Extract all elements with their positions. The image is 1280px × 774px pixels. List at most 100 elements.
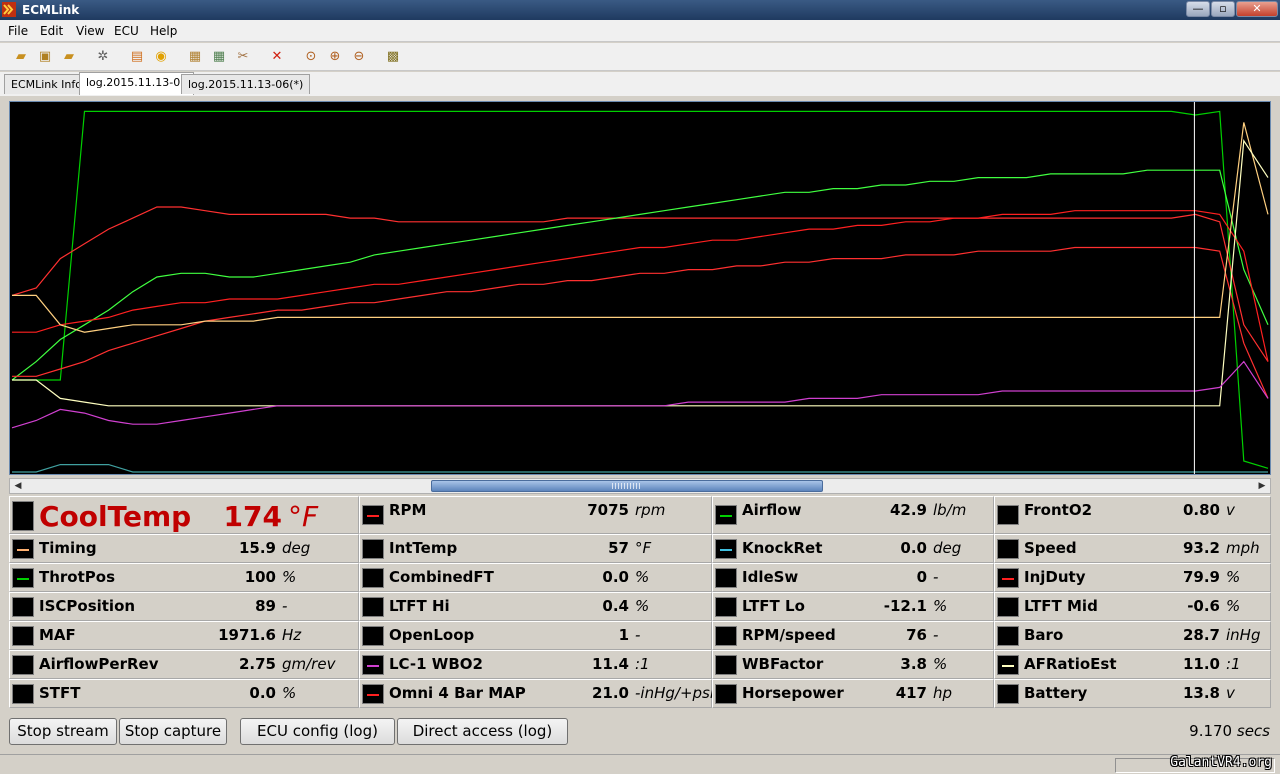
stop-stream-button[interactable]: Stop stream: [9, 718, 117, 745]
gauge-color-swatch[interactable]: [362, 625, 384, 646]
direct-access-button[interactable]: Direct access (log): [397, 718, 568, 745]
gauge-color-swatch[interactable]: [997, 596, 1019, 617]
scroll-left-arrow-icon[interactable]: ◀: [11, 479, 25, 493]
edit-map-icon[interactable]: ▦: [210, 48, 228, 66]
menu-edit[interactable]: Edit: [40, 24, 63, 38]
gauge-color-swatch[interactable]: [362, 654, 384, 675]
toolbar: ▰ ▣ ▰ ✲ ▤ ◉ ▦ ▦ ✂ ✕ ⊙ ⊕ ⊖ ▩: [0, 43, 1280, 71]
gauge-color-swatch[interactable]: [715, 567, 737, 588]
gauge-omni-4-bar-map[interactable]: Omni 4 Bar MAP 21.0 -inHg/+psi: [359, 679, 714, 708]
gauge-color-swatch[interactable]: [997, 654, 1019, 675]
gauge-color-swatch[interactable]: [12, 683, 34, 704]
gauge-airflow[interactable]: Airflow 42.9 lb/m: [712, 496, 994, 534]
log-graph[interactable]: [9, 101, 1271, 475]
gauge-color-swatch[interactable]: [362, 567, 384, 588]
gauge-value: 89: [255, 597, 276, 615]
gauge-wbfactor[interactable]: WBFactor 3.8%: [712, 650, 994, 679]
gauge-color-line: [367, 549, 379, 551]
gauge-color-swatch[interactable]: [12, 625, 34, 646]
open-folder-icon[interactable]: ▰: [12, 48, 30, 66]
gauge-color-swatch[interactable]: [715, 654, 737, 675]
gauge-color-line: [17, 548, 29, 551]
gauge-combinedft[interactable]: CombinedFT 0.0%: [359, 563, 712, 592]
gauge-color-swatch[interactable]: [715, 683, 737, 704]
scroll-right-arrow-icon[interactable]: ▶: [1255, 479, 1269, 493]
gauge-cooltemp[interactable]: CoolTemp 174 °F: [9, 496, 359, 534]
zoom-out-icon[interactable]: ⊖: [350, 48, 368, 66]
tools-icon[interactable]: ✲: [94, 48, 112, 66]
gauge-column-3: Airflow 42.9 lb/m KnockRet 0.0 deg IdleSw 0- LTF…: [712, 496, 994, 714]
window-title: ECMLink: [22, 3, 80, 17]
maximize-button[interactable]: ▫: [1211, 1, 1235, 17]
gauge-lc-1-wbo2[interactable]: LC-1 WBO2 11.4:1: [359, 650, 712, 679]
close-button[interactable]: ✕: [1236, 1, 1278, 17]
gauge-ltft-mid[interactable]: LTFT Mid -0.6%: [994, 592, 1271, 621]
gauge-color-swatch[interactable]: [715, 596, 737, 617]
gauge-color-line: [720, 694, 732, 696]
gauge-knockret[interactable]: KnockRet 0.0 deg: [712, 534, 994, 563]
gauge-airflowperrev[interactable]: AirflowPerRev 2.75 gm/rev: [9, 650, 359, 679]
gauge-inttemp[interactable]: IntTemp 57 °F: [359, 534, 712, 563]
menu-help[interactable]: Help: [150, 24, 177, 38]
gauge-horsepower[interactable]: Horsepower 417 hp: [712, 679, 994, 708]
stop-capture-button[interactable]: Stop capture: [119, 718, 227, 745]
gauge-color-swatch[interactable]: [362, 683, 384, 704]
gauge-color-swatch[interactable]: [12, 538, 34, 559]
zoom-reset-icon[interactable]: ⊙: [302, 48, 320, 66]
tab-log-1[interactable]: log.2015.11.13-06: [79, 72, 195, 95]
gauge-color-swatch[interactable]: [12, 654, 34, 675]
gauge-ltft-hi[interactable]: LTFT Hi 0.4%: [359, 592, 712, 621]
gauge-color-swatch[interactable]: [997, 625, 1019, 646]
log-graph-plot[interactable]: [10, 102, 1270, 474]
menu-view[interactable]: View: [76, 24, 104, 38]
gauge-color-swatch[interactable]: [715, 505, 737, 525]
wrench-icon[interactable]: ✂: [234, 48, 252, 66]
chart-icon[interactable]: ▤: [128, 48, 146, 66]
graph-scrollbar[interactable]: ◀ ▶: [9, 478, 1271, 494]
gauge-battery[interactable]: Battery 13.8 v: [994, 679, 1271, 708]
gauge-color-swatch[interactable]: [997, 567, 1019, 588]
ecu-config-button[interactable]: ECU config (log): [240, 718, 395, 745]
gauge-speed[interactable]: Speed 93.2 mph: [994, 534, 1271, 563]
gauge-afratioest[interactable]: AFRatioEst 11.0:1: [994, 650, 1271, 679]
gauge-color-swatch[interactable]: [715, 538, 737, 559]
gauge-color-swatch[interactable]: [12, 596, 34, 617]
gauge-color-swatch[interactable]: [12, 501, 34, 531]
gauge-color-swatch[interactable]: [997, 683, 1019, 704]
gauge-color-swatch[interactable]: [362, 538, 384, 559]
gauge-rpm-speed[interactable]: RPM/speed 76-: [712, 621, 994, 650]
save-icon[interactable]: ▣: [36, 48, 54, 66]
gauge-ltft-lo[interactable]: LTFT Lo -12.1%: [712, 592, 994, 621]
gauge-color-swatch[interactable]: [997, 538, 1019, 559]
gauge-maf[interactable]: MAF 1971.6 Hz: [9, 621, 359, 650]
scrollbar-thumb[interactable]: [431, 480, 823, 492]
gauge-color-swatch[interactable]: [362, 596, 384, 617]
gauge-color-swatch[interactable]: [12, 567, 34, 588]
gauge-fronto2[interactable]: FrontO2 0.80 v: [994, 496, 1271, 534]
gauge-iscposition[interactable]: ISCPosition 89-: [9, 592, 359, 621]
gauge-baro[interactable]: Baro 28.7 inHg: [994, 621, 1271, 650]
zoom-in-icon[interactable]: ⊕: [326, 48, 344, 66]
gauge-color-swatch[interactable]: [715, 625, 737, 646]
gauge-value: 79.9: [1182, 568, 1220, 586]
open-log-icon[interactable]: ▰: [60, 48, 78, 66]
menu-ecu[interactable]: ECU: [114, 24, 139, 38]
layout-icon[interactable]: ▩: [384, 48, 402, 66]
minimize-button[interactable]: —: [1186, 1, 1210, 17]
gauge-color-swatch[interactable]: [997, 505, 1019, 525]
gauge-timing[interactable]: Timing 15.9 deg: [9, 534, 359, 563]
config-icon[interactable]: ▦: [186, 48, 204, 66]
graph-series-line-2: [11, 206, 1269, 362]
refresh-icon[interactable]: ◉: [152, 48, 170, 66]
tab-log-2[interactable]: log.2015.11.13-06(*): [181, 74, 311, 94]
tab-ecmlink-info[interactable]: ECMLink Info: [4, 74, 89, 94]
gauge-stft[interactable]: STFT 0.0%: [9, 679, 359, 708]
gauge-color-swatch[interactable]: [362, 505, 384, 525]
delete-icon[interactable]: ✕: [268, 48, 286, 66]
gauge-idlesw[interactable]: IdleSw 0-: [712, 563, 994, 592]
gauge-injduty[interactable]: InjDuty 79.9%: [994, 563, 1271, 592]
gauge-openloop[interactable]: OpenLoop 1-: [359, 621, 712, 650]
gauge-rpm[interactable]: RPM 7075 rpm: [359, 496, 712, 534]
menu-file[interactable]: File: [8, 24, 28, 38]
gauge-throtpos[interactable]: ThrotPos 100%: [9, 563, 359, 592]
